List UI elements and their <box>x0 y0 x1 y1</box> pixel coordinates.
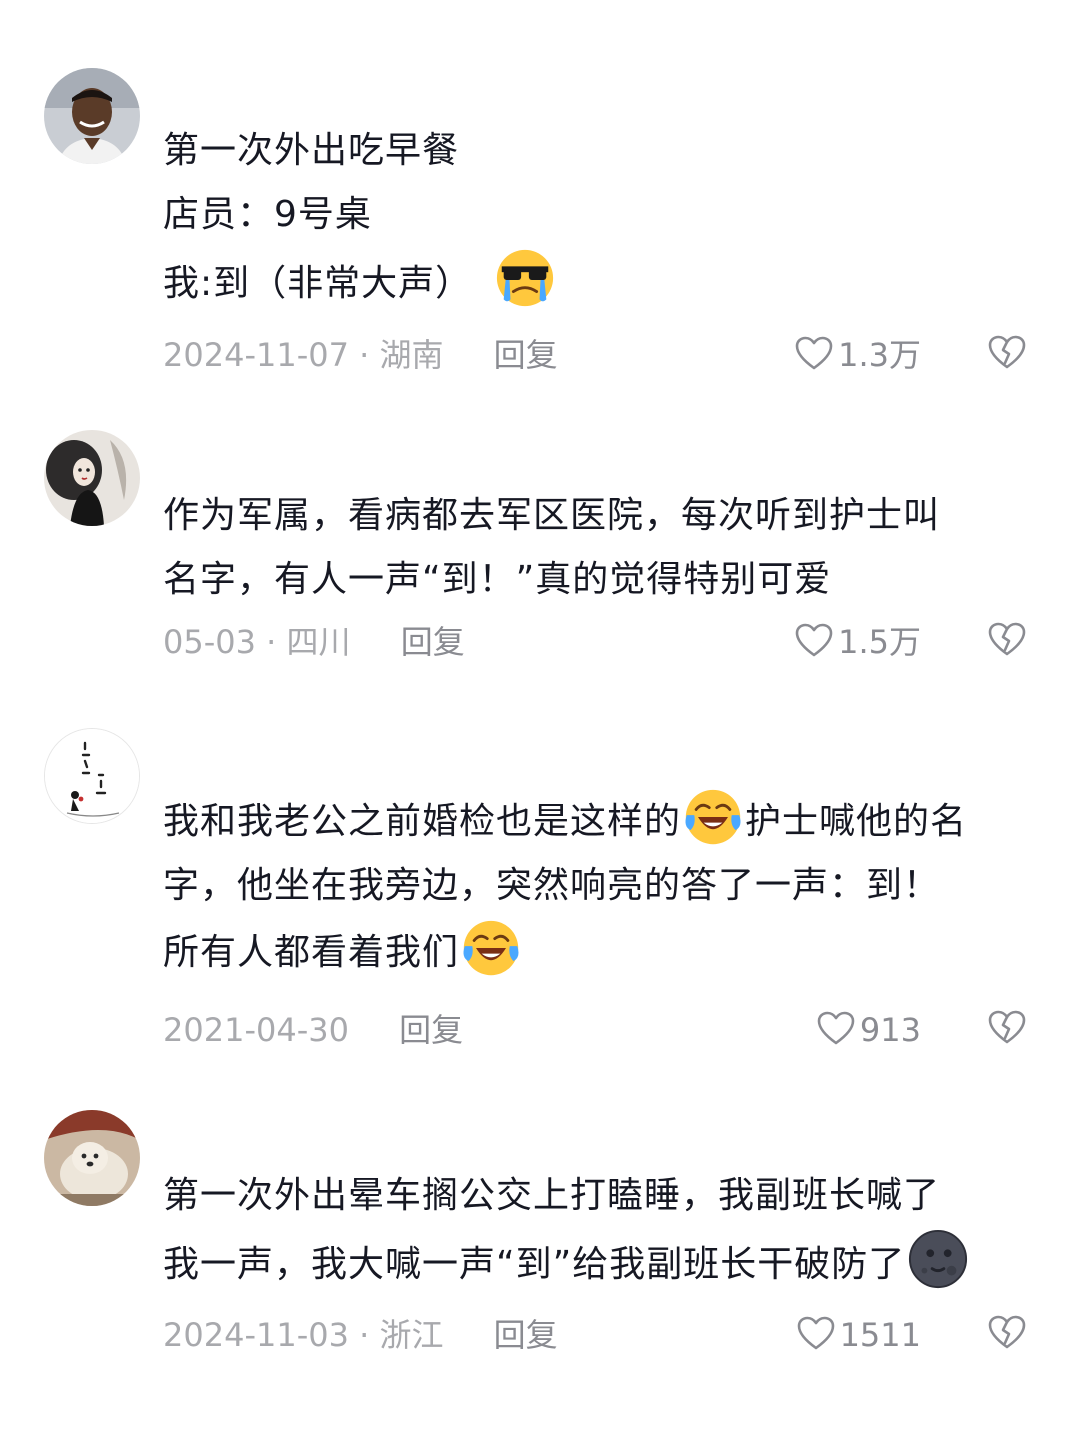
like-count: 913 <box>859 1011 921 1049</box>
like-button[interactable]: 1.5万 <box>794 618 921 666</box>
comment-meta: 2021-04-30 回复 913 <box>163 1006 1043 1054</box>
comment-text: 第一次外出吃早餐 店员：9号桌 我:到（非常大声） <box>163 119 1043 316</box>
comment-text: 我和我老公之前婚检也是这样的 护士喊他的名 字，他坐在我旁边，突然响亮的答了一声：… <box>163 787 1043 985</box>
comment-line: 我和我老公之前婚检也是这样的 护士喊他的名 <box>163 787 1043 854</box>
reply-button[interactable]: 回复 <box>494 1311 558 1359</box>
like-button[interactable]: 1.3万 <box>794 331 921 379</box>
broken-heart-icon[interactable] <box>987 620 1027 660</box>
comment-date: 2021-04-30 <box>163 1011 349 1049</box>
comment-text: 作为军属，看病都去军区医院，每次听到护士叫 名字，有人一声“到！”真的觉得特别可… <box>163 484 1043 612</box>
like-button[interactable]: 1511 <box>796 1311 921 1359</box>
comment-line: 所有人都看着我们 <box>163 918 1043 985</box>
calligraphy-avatar[interactable] <box>44 728 140 824</box>
like-count: 1.5万 <box>838 623 921 661</box>
laughing-crying-emoji <box>461 918 521 978</box>
comment-meta: 2024-11-07 · 湖南 回复 1.3万 <box>163 331 1043 379</box>
person-portrait-avatar[interactable] <box>44 68 140 164</box>
heart-outline-icon <box>794 621 834 661</box>
comment-date-location: 2024-11-03 · 浙江 <box>163 1316 444 1354</box>
reply-button[interactable]: 回复 <box>399 1006 463 1054</box>
comment-line: 我一声，我大喊一声“到”给我副班长干破防了 <box>163 1228 1043 1297</box>
dark-moon-face-emoji <box>907 1228 969 1290</box>
heart-outline-icon <box>796 1314 836 1354</box>
comment-text: 第一次外出晕车搁公交上打瞌睡，我副班长喊了 我一声，我大喊一声“到”给我副班长干… <box>163 1164 1043 1297</box>
sunglasses-crying-emoji <box>494 247 556 309</box>
heart-outline-icon <box>816 1009 856 1049</box>
like-count: 1511 <box>839 1316 921 1354</box>
comment-line: 第一次外出吃早餐 <box>163 130 460 171</box>
heart-outline-icon <box>794 334 834 374</box>
comment-line: 店员：9号桌 <box>163 194 372 235</box>
dog-photo-avatar[interactable] <box>44 1110 140 1206</box>
comment-meta: 2024-11-03 · 浙江 回复 1511 <box>163 1311 1043 1359</box>
woman-illustration-avatar[interactable] <box>44 430 140 526</box>
reply-button[interactable]: 回复 <box>401 618 465 666</box>
laughing-crying-emoji <box>683 787 743 847</box>
broken-heart-icon[interactable] <box>987 1008 1027 1048</box>
reply-button[interactable]: 回复 <box>494 331 558 379</box>
like-button[interactable]: 913 <box>816 1006 921 1054</box>
comment-line: 字，他坐在我旁边，突然响亮的答了一声：到！ <box>163 865 941 906</box>
comment-line: 作为军属，看病都去军区医院，每次听到护士叫 <box>163 495 941 536</box>
comment-date-location: 05-03 · 四川 <box>163 623 351 661</box>
like-count: 1.3万 <box>838 336 921 374</box>
comment-line: 我:到（非常大声） <box>163 247 1043 316</box>
comment-line: 第一次外出晕车搁公交上打瞌睡，我副班长喊了 <box>163 1175 941 1216</box>
comment-date-location: 2024-11-07 · 湖南 <box>163 336 444 374</box>
comment-meta: 05-03 · 四川 回复 1.5万 <box>163 618 1043 666</box>
comment-line: 名字，有人一声“到！”真的觉得特别可爱 <box>163 559 832 600</box>
broken-heart-icon[interactable] <box>987 333 1027 373</box>
broken-heart-icon[interactable] <box>987 1313 1027 1353</box>
